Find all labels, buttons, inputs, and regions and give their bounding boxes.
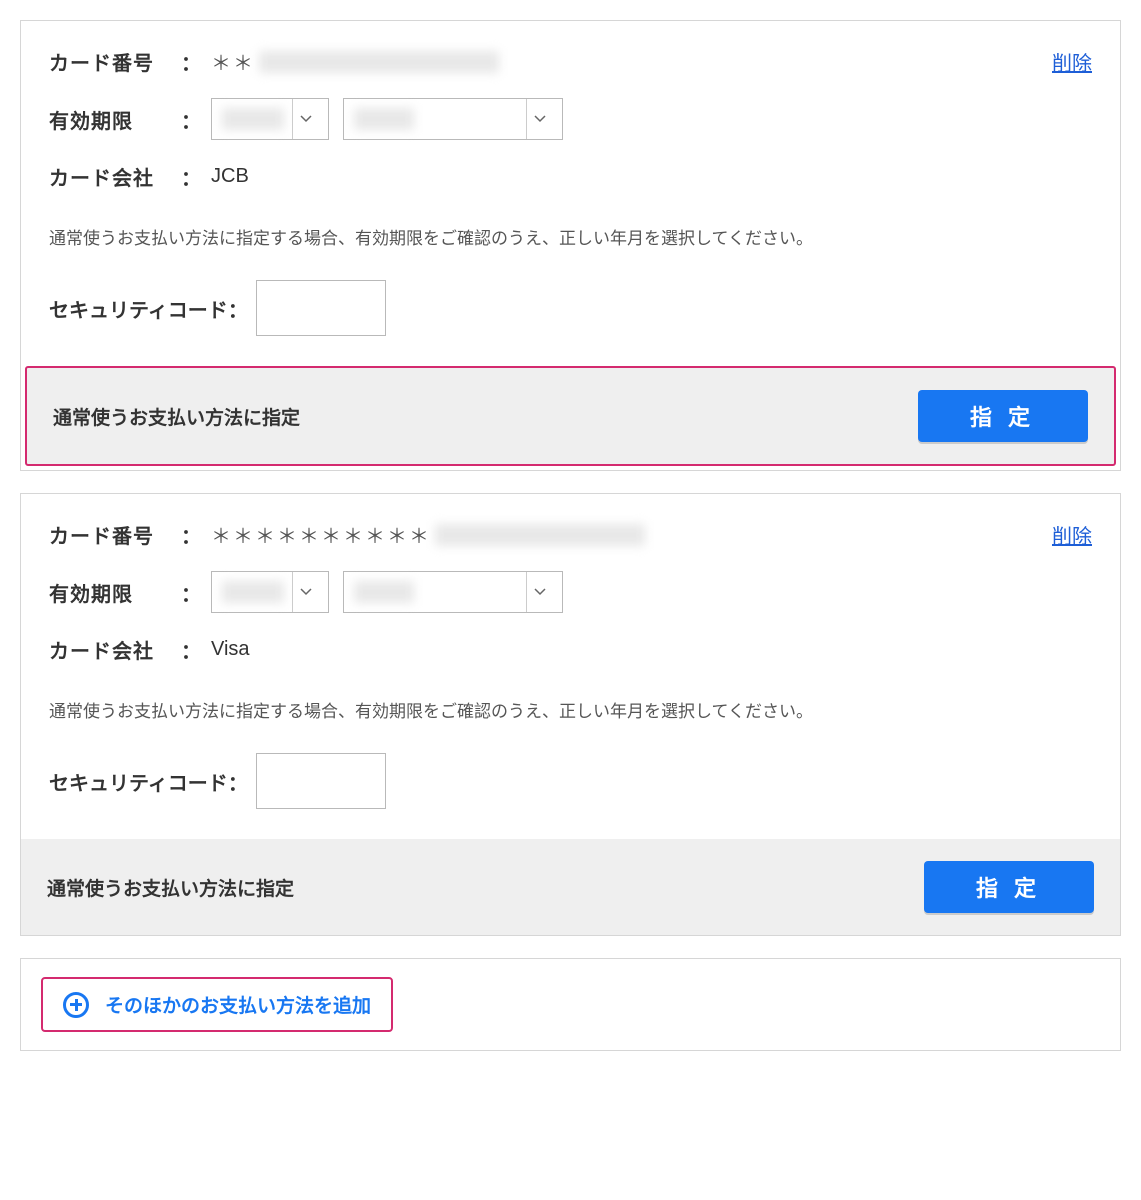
expiry-row: 有効期限 ： <box>49 571 1092 613</box>
expiry-label: 有効期限 <box>49 578 181 607</box>
delete-link[interactable]: 削除 <box>1052 520 1092 549</box>
security-code-row: セキュリティコード ： <box>49 753 1092 809</box>
expiry-month-select[interactable] <box>211 98 329 140</box>
security-code-input[interactable] <box>256 753 386 809</box>
company-row: カード会社 ： Visa <box>49 635 1092 664</box>
assign-button[interactable]: 指定 <box>924 861 1094 913</box>
add-payment-box: そのほかのお支払い方法を追加 <box>20 958 1121 1051</box>
company-label: カード会社 <box>49 635 181 664</box>
company-value: Visa <box>211 638 250 661</box>
card-number-label: カード番号 <box>49 47 181 76</box>
expiry-label: 有効期限 <box>49 105 181 134</box>
card-body: 削除 カード番号 ： ＊＊＊＊＊＊＊＊＊＊ 有効期限 ： <box>21 494 1120 839</box>
expiry-month-select[interactable] <box>211 571 329 613</box>
payment-card-2: 削除 カード番号 ： ＊＊＊＊＊＊＊＊＊＊ 有効期限 ： <box>20 493 1121 936</box>
chevron-down-icon <box>526 99 552 139</box>
card-body: 削除 カード番号 ： ＊＊ 有効期限 ： <box>21 21 1120 366</box>
company-value: JCB <box>211 165 249 188</box>
security-code-input[interactable] <box>256 280 386 336</box>
company-row: カード会社 ： JCB <box>49 162 1092 191</box>
default-payment-bar: 通常使うお支払い方法に指定 指定 <box>25 366 1116 466</box>
security-code-label: セキュリティコード <box>49 294 228 323</box>
card-number-hidden <box>435 524 645 546</box>
expiry-note: 通常使うお支払い方法に指定する場合、有効期限をご確認のうえ、正しい年月を選択して… <box>49 225 1092 252</box>
expiry-row: 有効期限 ： <box>49 98 1092 140</box>
payment-card-1: 削除 カード番号 ： ＊＊ 有効期限 ： <box>20 20 1121 471</box>
security-code-row: セキュリティコード ： <box>49 280 1092 336</box>
chevron-down-icon <box>292 572 318 612</box>
security-code-label: セキュリティコード <box>49 767 228 796</box>
chevron-down-icon <box>526 572 552 612</box>
add-payment-button[interactable]: そのほかのお支払い方法を追加 <box>41 977 393 1032</box>
default-payment-bar: 通常使うお支払い方法に指定 指定 <box>21 839 1120 935</box>
chevron-down-icon <box>292 99 318 139</box>
card-number-mask: ＊＊＊＊＊＊＊＊＊＊ <box>211 520 431 549</box>
expiry-year-select[interactable] <box>343 98 563 140</box>
expiry-note: 通常使うお支払い方法に指定する場合、有効期限をご確認のうえ、正しい年月を選択して… <box>49 698 1092 725</box>
assign-button[interactable]: 指定 <box>918 390 1088 442</box>
card-number-row: カード番号 ： ＊＊ <box>49 47 1092 76</box>
card-number-hidden <box>259 51 499 73</box>
default-payment-label: 通常使うお支払い方法に指定 <box>53 403 300 430</box>
delete-link[interactable]: 削除 <box>1052 47 1092 76</box>
card-number-row: カード番号 ： ＊＊＊＊＊＊＊＊＊＊ <box>49 520 1092 549</box>
add-payment-label: そのほかのお支払い方法を追加 <box>105 991 371 1018</box>
expiry-year-select[interactable] <box>343 571 563 613</box>
company-label: カード会社 <box>49 162 181 191</box>
plus-circle-icon <box>63 992 89 1018</box>
default-payment-label: 通常使うお支払い方法に指定 <box>47 874 294 901</box>
card-number-label: カード番号 <box>49 520 181 549</box>
card-number-mask: ＊＊ <box>211 47 255 76</box>
